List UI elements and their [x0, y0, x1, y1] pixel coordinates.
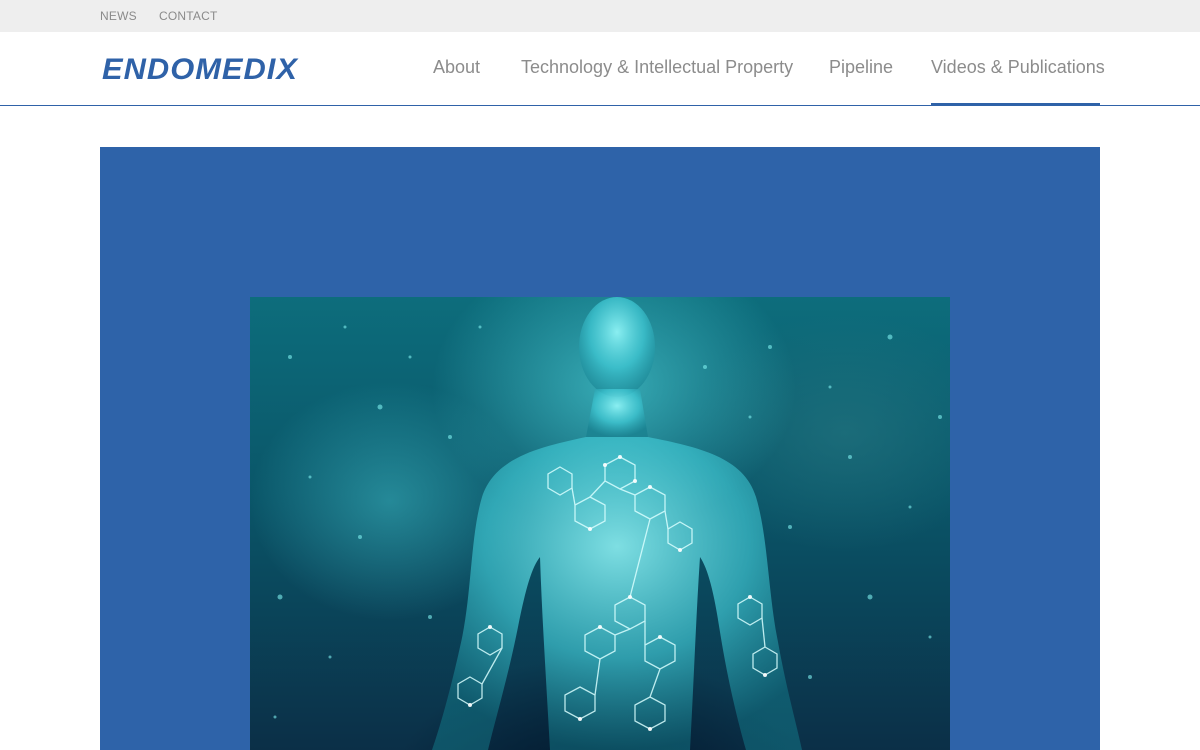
news-link[interactable]: NEWS — [100, 9, 137, 23]
hero-image — [250, 297, 950, 750]
nav-videos-publications[interactable]: Videos & Publications — [931, 57, 1105, 106]
human-body-molecule-illustration — [273, 297, 942, 750]
hero-section — [100, 147, 1100, 750]
nav-about[interactable]: About — [433, 57, 480, 78]
contact-link[interactable]: CONTACT — [159, 9, 218, 23]
nav-technology-ip[interactable]: Technology & Intellectual Property — [521, 57, 793, 78]
endomedix-logo[interactable]: ENDOMEDIX — [100, 51, 300, 83]
nav-pipeline[interactable]: Pipeline — [829, 57, 893, 78]
site-header: ENDOMEDIX About Technology & Intellectua… — [0, 32, 1200, 106]
logo-wordmark: ENDOMEDIX — [102, 53, 299, 83]
human-silhouette — [432, 297, 802, 750]
logo-text: ENDOMEDIX — [102, 53, 299, 83]
utility-bar: NEWS CONTACT — [0, 0, 1200, 32]
